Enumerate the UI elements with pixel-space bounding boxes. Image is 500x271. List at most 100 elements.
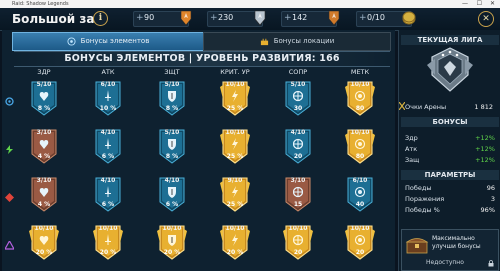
tile-bonus: 8 %: [37, 105, 51, 112]
window-close-button[interactable]: ✕: [490, 0, 495, 8]
acc-stat-icon: [355, 186, 365, 198]
param-value: 3: [490, 195, 495, 203]
tab-location-bonuses[interactable]: Бонусы локации: [203, 32, 391, 51]
bonus-tile[interactable]: 5/10 8 %: [157, 79, 187, 117]
column-header: КРИТ. УР: [220, 68, 250, 76]
arena-points-value: 1 812: [474, 103, 493, 111]
minimize-button[interactable]: —: [462, 0, 468, 8]
bonus-tile[interactable]: 5/10 30: [283, 79, 313, 117]
bonus-tile[interactable]: 10/10 20 %: [157, 223, 187, 261]
window-title: Raid: Shadow Legends: [12, 1, 69, 7]
add-icon[interactable]: +: [284, 13, 292, 23]
bonus-tile[interactable]: 3/10 4 %: [29, 127, 59, 165]
tile-bonus: 20 %: [35, 249, 53, 256]
league-panel: ТЕКУЩАЯ ЛИГА Очки Арены 1 812 БОНУСЫ Здр…: [398, 30, 500, 271]
resource-counter: +0/10: [356, 11, 416, 27]
resist-stat-icon: [293, 90, 303, 102]
bonus-value: +12%: [475, 156, 495, 164]
resource-counter: +90: [133, 10, 192, 27]
bonuses-title: БОНУСЫ: [401, 117, 499, 127]
param-row: Победы 96: [405, 184, 495, 193]
tile-bonus: 25 %: [226, 153, 244, 160]
resist-stat-icon: [293, 138, 303, 150]
tile-bonus: 15: [293, 201, 303, 208]
bonus-tile[interactable]: 10/10 20: [345, 223, 375, 261]
heart-stat-icon: [39, 140, 49, 149]
tile-level: 10/10: [288, 225, 308, 232]
tile-bonus: 20: [355, 249, 365, 256]
bonus-tile[interactable]: 10/10 25 %: [220, 79, 250, 117]
castle-icon: [260, 38, 268, 45]
bonus-tile[interactable]: 5/10 8 %: [29, 79, 59, 117]
heart-stat-icon: [39, 188, 49, 197]
tile-level: 5/10: [36, 81, 52, 88]
tile-level: 10/10: [350, 81, 370, 88]
shield-stat-icon: [168, 187, 176, 198]
tile-bonus: 20 %: [226, 249, 244, 256]
tile-bonus: 25 %: [226, 201, 244, 208]
sword-stat-icon: [105, 138, 111, 149]
league-title: ТЕКУЩАЯ ЛИГА: [401, 35, 499, 45]
resist-stat-icon: [293, 186, 303, 198]
info-icon[interactable]: i: [93, 11, 108, 26]
bonus-tile[interactable]: 3/10 15: [283, 175, 313, 213]
close-button[interactable]: ✕: [478, 11, 494, 27]
param-label: Победы: [405, 184, 432, 192]
bonus-tile[interactable]: 5/10 8 %: [157, 127, 187, 165]
tile-level: 10/10: [225, 129, 245, 136]
resource-counter: +142: [281, 10, 340, 27]
tile-level: 10/10: [225, 225, 245, 232]
unavailable-text: Недоступно: [426, 259, 464, 266]
maximize-button[interactable]: ☐: [477, 0, 482, 8]
add-icon[interactable]: +: [136, 13, 144, 23]
treasure-chest-icon: [405, 238, 429, 254]
tile-level: 5/10: [290, 81, 306, 88]
bonus-tile[interactable]: 4/10 6 %: [93, 127, 123, 165]
max-upgrade-text: Максимально улучши бонусы: [432, 235, 481, 250]
crit-stat-icon: [232, 186, 238, 198]
resource-value: 90: [144, 13, 155, 22]
max-upgrade-card[interactable]: Максимально улучши бонусы Недоступно: [401, 229, 499, 271]
bonus-label: Защ: [405, 156, 420, 164]
crit-stat-icon: [232, 234, 238, 246]
add-icon[interactable]: +: [210, 13, 218, 23]
bonus-tile[interactable]: 6/10 40: [345, 175, 375, 213]
shield-stat-icon: [168, 139, 176, 150]
lock-icon: [488, 260, 494, 267]
element-bonuses-panel: Бонусы элементов Бонусы локации БОНУСЫ Э…: [2, 30, 395, 271]
tile-level: 10/10: [225, 81, 245, 88]
resource-value: 230: [218, 13, 234, 22]
tile-level: 6/10: [352, 177, 368, 184]
tab-location-bonuses-label: Бонусы локации: [273, 37, 335, 45]
bonus-row: Атк +12%: [405, 145, 495, 154]
tile-bonus: 20 %: [163, 249, 181, 256]
bonus-tile[interactable]: 6/10 10 %: [93, 79, 123, 117]
bonus-value: +12%: [475, 145, 495, 153]
tile-bonus: 20: [293, 249, 303, 256]
bonus-tile[interactable]: 10/10 20: [283, 223, 313, 261]
tab-element-bonuses[interactable]: Бонусы элементов: [12, 32, 204, 51]
heart-stat-icon: [39, 92, 49, 101]
param-label: Победы %: [405, 206, 440, 214]
shield-stat-icon: [168, 91, 176, 102]
bonus-tile[interactable]: 3/10 4 %: [29, 175, 59, 213]
tile-level: 5/10: [164, 129, 180, 136]
bonus-tile[interactable]: 10/10 20 %: [93, 223, 123, 261]
param-row: Победы % 96%: [405, 206, 495, 215]
add-icon[interactable]: +: [359, 13, 367, 23]
bonus-tile[interactable]: 10/10 20 %: [220, 223, 250, 261]
tile-bonus: 6 %: [165, 201, 179, 208]
bonus-tile[interactable]: 10/10 20 %: [29, 223, 59, 261]
sword-stat-icon: [105, 186, 111, 197]
bonus-tile[interactable]: 4/10 6 %: [93, 175, 123, 213]
tile-bonus: 20 %: [99, 249, 117, 256]
bonus-tile[interactable]: 9/10 25 %: [220, 175, 250, 213]
bonus-tile[interactable]: 4/10 6 %: [157, 175, 187, 213]
bonus-tile[interactable]: 10/10 80: [345, 79, 375, 117]
param-row: Поражения 3: [405, 195, 495, 204]
bonus-tile[interactable]: 10/10 80: [345, 127, 375, 165]
bonus-tile[interactable]: 10/10 25 %: [220, 127, 250, 165]
spirit-affinity-icon: [5, 193, 14, 202]
tile-level: 10/10: [350, 129, 370, 136]
bonus-tile[interactable]: 4/10 20: [283, 127, 313, 165]
